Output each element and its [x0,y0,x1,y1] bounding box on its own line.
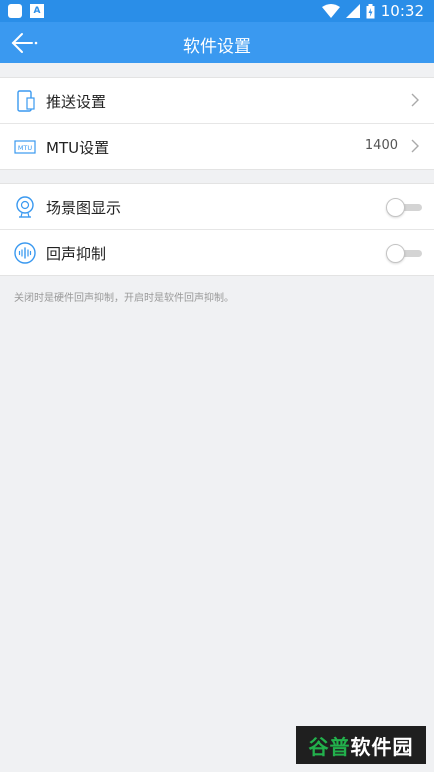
camera-icon [16,196,34,218]
chevron-right-icon [411,139,419,153]
push-settings-label: 推送设置 [46,93,107,111]
echo-cancel-label: 回声抑制 [46,245,107,263]
watermark-part1: 谷普 [308,734,351,759]
scene-display-toggle[interactable] [386,198,422,217]
mtu-value: 1400 [364,138,398,153]
a-notification-icon: A [30,4,44,18]
mtu-icon: MTU [14,140,36,154]
echo-cancel-note: 关闭时是硬件回声抑制，开启时是软件回声抑制。 [14,293,234,304]
battery-icon [366,3,375,18]
mtu-settings-label: MTU设置 [46,139,110,157]
push-settings-item[interactable]: 推送设置 [0,78,434,124]
watermark-logo: 谷普 软件园 [296,726,426,764]
page-title: 软件设置 [183,37,251,57]
mtu-settings-item[interactable]: MTU MTU设置 1400 [0,124,434,169]
signal-icon [345,4,360,18]
settings-group-2: 场景图显示 回声抑制 [0,183,434,276]
scene-display-label: 场景图显示 [46,199,122,217]
status-bar: A 10:32 [0,0,434,22]
wifi-icon [321,4,340,18]
echo-cancel-item[interactable]: 回声抑制 [0,230,434,275]
echo-cancel-toggle[interactable] [386,244,422,263]
phone-icon [17,90,35,112]
scene-display-item[interactable]: 场景图显示 [0,184,434,230]
echo-icon [14,242,36,264]
status-time: 10:32 [380,2,424,20]
title-bar: 软件设置 [0,22,434,63]
app-notification-icon [8,4,22,18]
chevron-right-icon [411,93,419,107]
toggle-knob [386,244,405,263]
watermark-part2: 软件园 [350,734,414,759]
svg-text:MTU: MTU [18,144,33,152]
toggle-knob [386,198,405,217]
settings-group-1: 推送设置 MTU MTU设置 1400 [0,77,434,170]
